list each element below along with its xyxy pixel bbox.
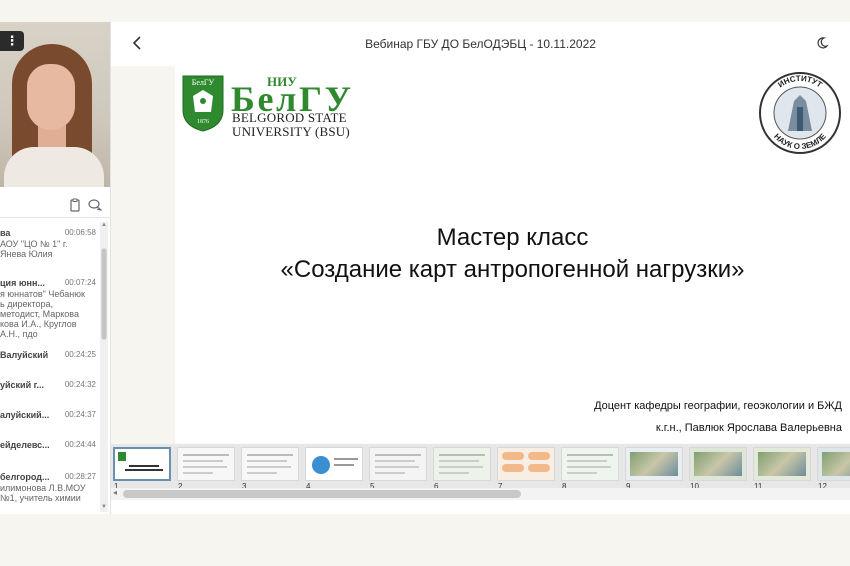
speaker-face [27,64,75,130]
shield-text: БелГУ [192,78,215,87]
institute-seal-logo: ИНСТИТУТ НАУК О ЗЕМЛЕ [759,72,841,154]
chat-message-line: кова И.А., Круглов [0,319,77,329]
speaker-shirt [4,147,104,187]
slide-thumbnail[interactable] [369,447,427,481]
webinar-app: ⋮ ва 00:06:58 АОУ "ЦО № 1" г. Янева Юлия ция… [0,0,850,566]
slide-thumbnail[interactable] [305,447,363,481]
chat-header [0,194,110,218]
chat-message-line: А.Н., пдо [0,329,38,339]
slide-thumbnail[interactable] [753,447,811,481]
chat-message-line: я юннатов" Чебанюк [0,289,85,299]
scroll-down-icon[interactable]: ▼ [101,504,107,510]
slide-thumbnail[interactable] [817,447,850,481]
slide-author-line-2: к.г.н., Павлюк Ярослава Валерьевна [655,422,842,434]
thumbnail-scrollbar[interactable]: ◂ [111,488,850,500]
moon-icon[interactable] [815,36,829,50]
chat-bubbles-icon[interactable] [88,198,102,212]
chat-message-body: я юннатов" Чебанюк ь директора, методист, … [0,289,96,339]
thumbnail-scroll-thumb[interactable] [123,490,521,498]
bsu-wordmark: НИУ БелГУ [231,74,351,113]
chat-scrollbar[interactable]: ▲ ▼ [100,222,108,512]
webinar-header: Вебинар ГБУ ДО БелОДЭБЦ - 10.11.2022 [111,22,850,66]
chat-sender-name: ция юнн... [0,278,45,288]
chat-sender-name: ва [0,228,11,238]
video-menu-button[interactable]: ⋮ [0,31,24,51]
slide-thumbnail[interactable] [177,447,235,481]
slide-thumbnail[interactable] [433,447,491,481]
chat-timestamp: 00:24:44 [64,440,96,449]
slide-thumbnail[interactable] [689,447,747,481]
chat-sender-name: Валуйский [0,350,49,360]
slide-thumbnail[interactable] [497,447,555,481]
slide-thumbnail[interactable] [113,447,171,481]
slide-title-line-1: Мастер класс [436,224,589,251]
slide-thumbnail[interactable] [241,447,299,481]
clipboard-icon[interactable] [68,198,82,212]
chat-message-list[interactable]: ва 00:06:58 АОУ "ЦО № 1" г. Янева Юлия ция ю… [0,222,100,512]
chat-timestamp: 00:24:32 [64,380,96,389]
chat-sender-name: уйский г... [0,380,44,390]
chat-message-line: Янева Юлия [0,249,53,259]
chat-message-line: №1, учитель химии [0,493,81,503]
chat-message-line: методист, Маркова [0,309,79,319]
chat-message-body: АОУ "ЦО № 1" г. Янева Юлия [0,239,96,259]
chat-sender-name: белгород... [0,472,50,482]
scroll-up-icon[interactable]: ▲ [101,222,107,228]
chat-message-line: ь директора, [0,299,54,309]
logo-main: БелГУ [231,79,351,113]
slide-thumbnail-strip[interactable]: 1 2 3 4 5 6 7 8 9 10 11 12 [111,444,850,488]
left-panel: ⋮ ва 00:06:58 АОУ "ЦО № 1" г. Янева Юлия ция… [0,22,111,514]
chat-timestamp: 00:24:25 [64,350,96,359]
bottom-pane [111,500,850,514]
chat-message-body: илимонова Л.В.МОУ №1, учитель химии [0,483,96,503]
slide-thumbnail[interactable] [561,447,619,481]
chat-sender-name: алуйский... [0,410,50,420]
chat-scroll-thumb[interactable] [101,248,107,340]
chat-timestamp: 00:28:27 [64,472,96,481]
webinar-title: Вебинар ГБУ ДО БелОДЭБЦ - 10.11.2022 [365,37,596,51]
slide-thumbnail[interactable] [625,447,683,481]
shield-year: 1876 [197,119,209,125]
chat-timestamp: 00:07:24 [64,278,96,287]
logo-subtitle-2: UNIVERSITY (BSU) [232,124,350,139]
chat-message-line: илимонова Л.В.МОУ [0,483,86,493]
speaker-video: ⋮ [0,22,110,187]
chat-sender-name: ейделевс... [0,440,50,450]
chat-timestamp: 00:06:58 [64,228,96,237]
slide-author-line-1: Доцент кафедры географии, геоэкологии и … [594,400,842,412]
slide-title-line-2: «Создание карт антропогенной нагрузки» [280,256,745,283]
scroll-left-icon[interactable]: ◂ [113,488,117,497]
chat-message-line: АОУ "ЦО № 1" г. [0,239,68,249]
chat-timestamp: 00:24:37 [64,410,96,419]
bsu-shield-logo: БелГУ 1876 [182,75,224,132]
presentation-slide: БелГУ 1876 НИУ БелГУ BELGOROD STATE UNIV… [175,66,850,444]
